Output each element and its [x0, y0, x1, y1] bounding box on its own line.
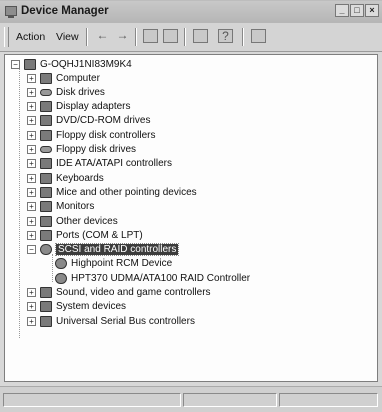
tree-item-label: IDE ATA/ATAPI controllers: [56, 158, 172, 170]
tree-item[interactable]: + Display adapters: [27, 100, 130, 114]
display-adapter-icon: [40, 101, 52, 113]
port-icon: [40, 229, 52, 241]
tree-item[interactable]: + Universal Serial Bus controllers: [27, 314, 195, 328]
tree-item[interactable]: + DVD/CD-ROM drives: [27, 114, 150, 128]
sound-icon: [40, 287, 52, 298]
menu-view[interactable]: View: [56, 31, 79, 43]
tree-item[interactable]: + Disk drives: [27, 85, 105, 99]
tree-item-label: Display adapters: [56, 101, 131, 113]
window-title: Device Manager: [21, 5, 109, 17]
expand-icon[interactable]: +: [27, 202, 36, 212]
system-device-icon: [40, 301, 52, 313]
tree-child-label: HPT370 UDMA/ATA100 RAID Controller: [71, 272, 251, 284]
tree-item-label: Sound, video and game controllers: [56, 287, 211, 298]
expand-icon[interactable]: +: [27, 87, 36, 97]
expand-icon[interactable]: +: [27, 116, 36, 126]
tree-item-label: Universal Serial Bus controllers: [56, 315, 195, 327]
help-icon[interactable]: ?: [218, 29, 233, 43]
menu-action[interactable]: Action: [16, 31, 45, 43]
expand-icon[interactable]: +: [27, 288, 36, 297]
properties-icon[interactable]: [163, 29, 178, 43]
tree-item-label: Other devices: [56, 215, 118, 227]
computer-icon: [24, 58, 36, 70]
toolbar: Action View ← → ?: [0, 23, 382, 52]
keyboard-icon: [40, 172, 52, 184]
ide-controller-icon: [40, 158, 52, 170]
maximize-button[interactable]: □: [350, 4, 364, 17]
raid-device-icon: [55, 258, 67, 270]
status-pane-3: [279, 393, 378, 407]
disk-drive-icon: [40, 88, 52, 96]
device-manager-window: Device Manager _ □ × Action View ← → ? −…: [0, 0, 382, 412]
mouse-icon: [40, 186, 52, 198]
tree-item-label: Ports (COM & LPT): [56, 229, 143, 241]
tree-item-label: SCSI and RAID controllers: [54, 243, 180, 257]
tree-item-label: Monitors: [56, 201, 95, 213]
raid-device-icon: [55, 272, 67, 284]
print-icon[interactable]: [193, 29, 208, 43]
device-tree[interactable]: − G-OQHJ1NI83M9K4 + Computer + Disk drives +…: [4, 54, 378, 382]
expand-icon[interactable]: +: [27, 145, 36, 154]
tree-item[interactable]: + Sound, video and game controllers: [27, 286, 211, 300]
usb-icon: [40, 315, 52, 327]
tree-item-label: Computer: [56, 72, 100, 84]
expand-icon[interactable]: +: [27, 230, 36, 240]
tree-item[interactable]: + IDE ATA/ATAPI controllers: [27, 157, 172, 171]
computer-icon: [40, 72, 52, 84]
tree-child-label: Highpoint RCM Device: [71, 258, 173, 270]
back-arrow-icon[interactable]: ←: [95, 29, 110, 43]
scan-hardware-icon[interactable]: [251, 29, 266, 43]
tree-child-item[interactable]: HPT370 UDMA/ATA100 RAID Controller: [55, 271, 250, 285]
tree-item[interactable]: + Computer: [27, 71, 100, 85]
expand-icon[interactable]: +: [27, 302, 36, 312]
expand-icon[interactable]: +: [27, 73, 36, 83]
tree-view-icon[interactable]: [143, 29, 158, 43]
tree-item[interactable]: − SCSI and RAID controllers: [27, 243, 180, 257]
tree-item-label: Mice and other pointing devices: [56, 186, 197, 198]
tree-child-item[interactable]: Highpoint RCM Device: [55, 257, 172, 271]
tree-item[interactable]: + System devices: [27, 300, 126, 314]
tree-item[interactable]: + Floppy disk controllers: [27, 128, 155, 142]
tree-item[interactable]: + Floppy disk drives: [27, 143, 136, 157]
tree-item-label: DVD/CD-ROM drives: [56, 115, 151, 127]
floppy-drive-icon: [40, 146, 52, 153]
forward-arrow-icon[interactable]: →: [115, 29, 130, 43]
dvd-drive-icon: [40, 115, 52, 127]
status-pane-1: [3, 393, 181, 407]
floppy-controller-icon: [40, 129, 52, 141]
tree-item[interactable]: + Keyboards: [27, 171, 104, 185]
expand-icon[interactable]: +: [27, 130, 36, 140]
tree-item[interactable]: + Other devices: [27, 214, 118, 228]
expand-icon[interactable]: +: [27, 159, 36, 169]
expand-icon[interactable]: +: [27, 216, 36, 226]
status-bar: [0, 386, 382, 412]
title-bar[interactable]: Device Manager _ □ ×: [0, 1, 382, 23]
status-pane-2: [183, 393, 277, 407]
tree-item-label: Keyboards: [56, 172, 104, 184]
expand-icon[interactable]: +: [27, 173, 36, 183]
scsi-controller-icon: [40, 244, 52, 256]
collapse-icon[interactable]: −: [27, 245, 36, 255]
tree-root[interactable]: − G-OQHJ1NI83M9K4: [11, 57, 132, 71]
tree-item[interactable]: + Monitors: [27, 200, 94, 214]
expand-icon[interactable]: +: [27, 316, 36, 326]
tree-item-label: System devices: [56, 301, 127, 313]
tree-item[interactable]: + Mice and other pointing devices: [27, 185, 197, 199]
expand-icon[interactable]: +: [27, 102, 36, 112]
tree-item[interactable]: + Ports (COM & LPT): [27, 228, 143, 242]
device-manager-icon: [5, 6, 17, 18]
monitor-icon: [40, 201, 52, 213]
close-button[interactable]: ×: [365, 4, 379, 17]
tree-item-label: Floppy disk drives: [56, 144, 137, 155]
question-icon: [40, 215, 52, 227]
tree-item-label: Disk drives: [56, 86, 105, 98]
minimize-button[interactable]: _: [335, 4, 349, 17]
expand-icon[interactable]: +: [27, 187, 36, 197]
tree-item-label: Floppy disk controllers: [56, 129, 156, 141]
toolbar-grip[interactable]: [4, 27, 9, 47]
